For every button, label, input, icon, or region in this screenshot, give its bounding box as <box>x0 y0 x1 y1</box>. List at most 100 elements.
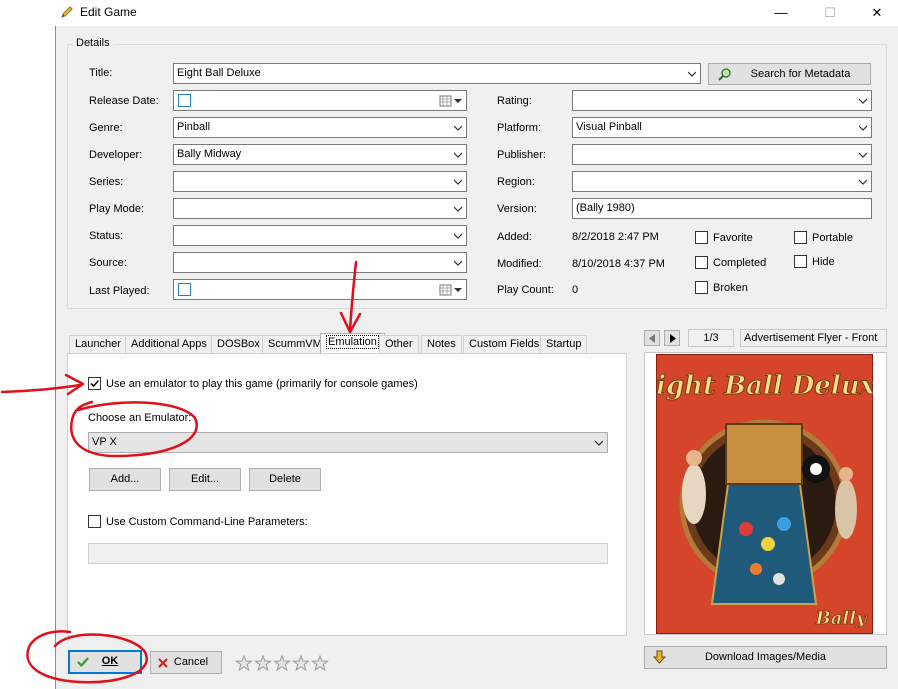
edit-emulator-button[interactable]: Edit... <box>169 468 241 491</box>
status-combobox[interactable] <box>173 225 467 246</box>
checkmark-icon <box>77 657 89 668</box>
release-date-checkbox[interactable] <box>178 94 191 107</box>
play-count-label: Play Count: <box>497 284 554 296</box>
game-flyer-image[interactable]: Eight Ball Deluxe Bally <box>656 354 873 634</box>
favorite-checkbox[interactable] <box>695 231 708 244</box>
tab-custom-fields[interactable]: Custom Fields <box>463 335 546 353</box>
ok-button[interactable]: OK <box>68 650 142 674</box>
series-combobox[interactable] <box>173 171 467 192</box>
tab-other[interactable]: Other <box>379 335 419 353</box>
title-label: Title: <box>89 67 113 79</box>
status-label: Status: <box>89 230 124 242</box>
title-combobox[interactable]: Eight Ball Deluxe <box>173 63 701 84</box>
genre-combobox[interactable]: Pinball <box>173 117 467 138</box>
chevron-down-icon <box>454 179 462 185</box>
maximize-button[interactable]: ☐ <box>815 3 845 23</box>
tab-emulation[interactable]: Emulation <box>320 333 385 354</box>
modified-value: 8/10/2018 4:37 PM <box>572 258 665 270</box>
chevron-down-icon <box>859 179 867 185</box>
added-value: 8/2/2018 2:47 PM <box>572 231 659 243</box>
platform-combobox[interactable]: Visual Pinball <box>572 117 872 138</box>
chevron-down-icon <box>454 233 462 239</box>
rating-label: Rating: <box>497 95 532 107</box>
pencil-icon <box>61 6 73 18</box>
last-played-picker[interactable] <box>173 279 467 300</box>
source-combobox[interactable] <box>173 252 467 273</box>
play-mode-label: Play Mode: <box>89 203 145 215</box>
publisher-label: Publisher: <box>497 149 546 161</box>
star-icon <box>254 655 272 671</box>
ok-label: OK <box>101 655 119 667</box>
search-metadata-label: Search for Metadata <box>750 68 851 80</box>
download-arrow-icon <box>652 650 667 664</box>
completed-checkbox[interactable] <box>695 256 708 269</box>
version-label: Version: <box>497 203 537 215</box>
details-group-label: Details <box>73 37 113 49</box>
custom-cmd-checkbox[interactable] <box>88 515 101 528</box>
publisher-combobox[interactable] <box>572 144 872 165</box>
use-emulator-checkbox[interactable] <box>88 377 101 390</box>
tab-notes[interactable]: Notes <box>421 335 462 353</box>
version-value: (Bally 1980) <box>576 202 635 214</box>
star-icon <box>235 655 253 671</box>
emulation-tab-panel <box>67 353 627 636</box>
region-label: Region: <box>497 176 535 188</box>
chevron-down-icon <box>454 206 462 212</box>
tab-scummvm[interactable]: ScummVM <box>262 335 328 353</box>
search-metadata-button[interactable]: Search for Metadata <box>708 63 871 85</box>
tab-emulation-label: Emulation <box>326 335 379 349</box>
platform-value: Visual Pinball <box>576 121 642 133</box>
broken-checkbox[interactable] <box>695 281 708 294</box>
svg-text:Eight Ball Deluxe: Eight Ball Deluxe <box>656 371 873 401</box>
added-label: Added: <box>497 231 532 243</box>
version-input[interactable]: (Bally 1980) <box>572 198 872 219</box>
svg-text:Bally: Bally <box>814 608 868 629</box>
genre-label: Genre: <box>89 122 123 134</box>
star-icon <box>292 655 310 671</box>
modified-label: Modified: <box>497 258 542 270</box>
calendar-dropdown-icon[interactable] <box>439 95 463 107</box>
tab-startup[interactable]: Startup <box>540 335 588 353</box>
triangle-right-icon <box>670 334 676 343</box>
window-title: Edit Game <box>80 5 137 19</box>
download-media-button[interactable]: Download Images/Media <box>644 646 887 669</box>
tab-dosbox[interactable]: DOSBox <box>211 335 266 353</box>
use-emulator-label: Use an emulator to play this game (prima… <box>106 378 418 390</box>
download-media-label: Download Images/Media <box>704 651 827 663</box>
release-date-picker[interactable] <box>173 90 467 111</box>
emulator-select[interactable]: VP X <box>88 432 608 453</box>
delete-emulator-button[interactable]: Delete <box>249 468 321 491</box>
choose-emulator-label: Choose an Emulator: <box>88 412 192 424</box>
play-count-value: 0 <box>572 284 579 296</box>
triangle-left-icon <box>649 334 655 343</box>
image-type-select[interactable]: Advertisement Flyer - Front <box>740 329 887 347</box>
developer-combobox[interactable]: Bally Midway <box>173 144 467 165</box>
rating-combobox[interactable] <box>572 90 872 111</box>
hide-checkbox[interactable] <box>794 255 807 268</box>
minimize-button[interactable]: — <box>766 3 796 23</box>
chevron-down-icon <box>859 152 867 158</box>
region-combobox[interactable] <box>572 171 872 192</box>
source-label: Source: <box>89 257 127 269</box>
calendar-dropdown-icon[interactable] <box>439 284 463 296</box>
series-label: Series: <box>89 176 124 188</box>
custom-cmd-input[interactable] <box>88 543 608 564</box>
favorite-label: Favorite <box>713 232 753 244</box>
chevron-down-icon <box>454 152 462 158</box>
portable-checkbox[interactable] <box>794 231 807 244</box>
tab-launcher[interactable]: Launcher <box>69 335 127 353</box>
image-next-button[interactable] <box>664 330 680 346</box>
genre-value: Pinball <box>177 121 211 133</box>
image-prev-button[interactable] <box>644 330 660 346</box>
add-emulator-button[interactable]: Add... <box>89 468 161 491</box>
chevron-down-icon <box>454 125 462 131</box>
last-played-checkbox[interactable] <box>178 283 191 296</box>
play-mode-combobox[interactable] <box>173 198 467 219</box>
close-button[interactable]: ✕ <box>862 3 892 23</box>
chevron-down-icon <box>595 440 603 446</box>
cancel-button[interactable]: Cancel <box>150 651 222 674</box>
tab-additional-apps[interactable]: Additional Apps <box>125 335 213 353</box>
completed-label: Completed <box>713 257 767 269</box>
chevron-down-icon <box>859 125 867 131</box>
rating-stars[interactable] <box>235 655 330 671</box>
